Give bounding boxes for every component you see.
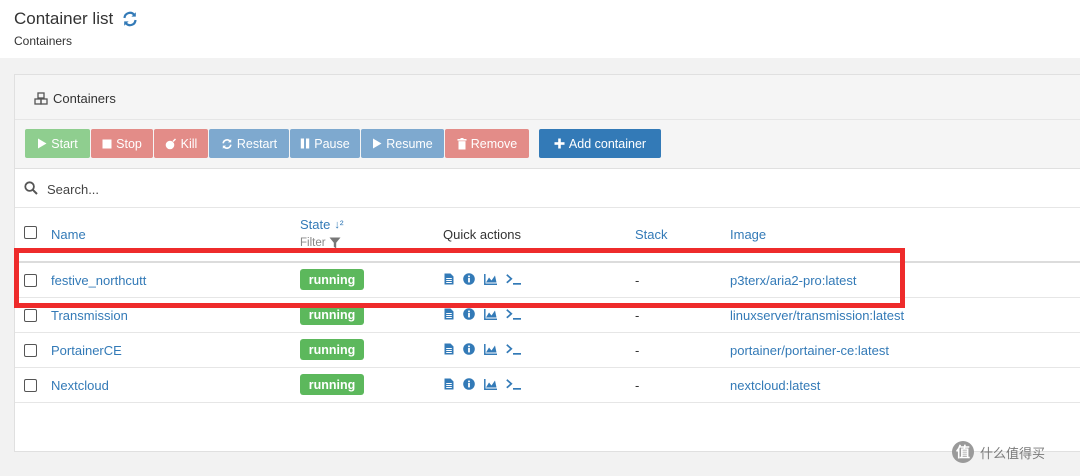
actions-toolbar: Start Stop Kill Restart Pause Resume Rem…	[15, 120, 1080, 169]
watermark-text: 什么值得买	[980, 445, 1046, 461]
watermark: 值 什么值得买	[952, 441, 1045, 463]
table-row: Nextcloud running - nextcloud:latest	[15, 368, 1080, 403]
play-icon	[37, 138, 47, 149]
sort-icon: ↓²	[334, 218, 344, 231]
column-header-stack[interactable]: Stack	[635, 227, 668, 242]
panel-header: Containers	[15, 75, 1080, 120]
resume-button[interactable]: Resume	[361, 129, 444, 158]
start-button[interactable]: Start	[25, 129, 90, 158]
panel-title: Containers	[34, 91, 116, 106]
search-icon	[24, 181, 38, 195]
logs-icon[interactable]	[444, 378, 454, 390]
console-icon[interactable]	[506, 378, 522, 390]
quick-actions	[444, 308, 531, 320]
panel-title-text: Containers	[53, 91, 116, 106]
stop-button-label: Stop	[116, 136, 142, 151]
stop-icon	[102, 139, 112, 149]
console-icon[interactable]	[506, 308, 522, 320]
column-header-quick-actions: Quick actions	[443, 227, 522, 242]
resume-icon	[372, 138, 382, 149]
table-row: PortainerCE running - portainer/portaine…	[15, 333, 1080, 368]
pause-icon	[300, 138, 310, 149]
info-icon[interactable]	[463, 378, 475, 390]
column-header-image[interactable]: Image	[730, 227, 766, 242]
stats-icon[interactable]	[484, 343, 497, 355]
column-header-state[interactable]: State ↓²	[300, 217, 344, 232]
add-container-button[interactable]: Add container	[539, 129, 661, 158]
image-link[interactable]: portainer/portainer-ce:latest	[730, 343, 889, 358]
logs-icon[interactable]	[444, 308, 454, 320]
row-checkbox[interactable]	[24, 309, 37, 322]
cubes-icon	[34, 92, 48, 105]
pause-button-label: Pause	[314, 136, 350, 151]
page-title: Container list	[14, 9, 139, 29]
sync-icon	[221, 138, 233, 150]
remove-button-label: Remove	[470, 136, 518, 151]
restart-button[interactable]: Restart	[209, 129, 289, 158]
remove-button[interactable]: Remove	[445, 129, 529, 158]
stack-value: -	[635, 378, 640, 393]
image-link[interactable]: linuxserver/transmission:latest	[730, 308, 904, 323]
breadcrumb: Containers	[14, 34, 73, 48]
stack-value: -	[635, 308, 640, 323]
trash-icon	[457, 137, 467, 150]
stack-value: -	[635, 343, 640, 358]
status-badge: running	[300, 339, 364, 360]
kill-button[interactable]: Kill	[154, 129, 208, 158]
pause-button[interactable]: Pause	[290, 129, 360, 158]
bomb-icon	[165, 137, 177, 150]
container-name-link[interactable]: Transmission	[51, 308, 128, 323]
plus-icon	[554, 138, 565, 149]
container-name-link[interactable]: Nextcloud	[51, 378, 109, 393]
column-header-state-label: State	[300, 217, 331, 232]
image-link[interactable]: nextcloud:latest	[730, 378, 820, 393]
stats-icon[interactable]	[484, 378, 497, 390]
row-checkbox[interactable]	[24, 379, 37, 392]
highlight-annotation	[14, 248, 905, 308]
quick-actions	[444, 343, 531, 355]
search-input[interactable]	[45, 177, 549, 201]
watermark-logo: 值	[952, 441, 974, 463]
search-bar	[15, 169, 1080, 208]
add-container-button-label: Add container	[568, 136, 647, 151]
select-all-checkbox[interactable]	[24, 226, 37, 239]
console-icon[interactable]	[506, 343, 522, 355]
stop-button[interactable]: Stop	[91, 129, 153, 158]
logs-icon[interactable]	[444, 343, 454, 355]
restart-button-label: Restart	[236, 136, 278, 151]
resume-button-label: Resume	[386, 136, 433, 151]
container-name-link[interactable]: PortainerCE	[51, 343, 122, 358]
column-header-name[interactable]: Name	[51, 227, 86, 242]
status-badge: running	[300, 374, 364, 395]
row-checkbox[interactable]	[24, 344, 37, 357]
kill-button-label: Kill	[180, 136, 198, 151]
info-icon[interactable]	[463, 308, 475, 320]
page-title-text: Container list	[14, 9, 114, 28]
start-button-label: Start	[51, 136, 78, 151]
refresh-icon[interactable]	[121, 10, 139, 28]
page-header: Container list Containers	[0, 0, 1080, 58]
info-icon[interactable]	[463, 343, 475, 355]
quick-actions	[444, 378, 531, 390]
stats-icon[interactable]	[484, 308, 497, 320]
